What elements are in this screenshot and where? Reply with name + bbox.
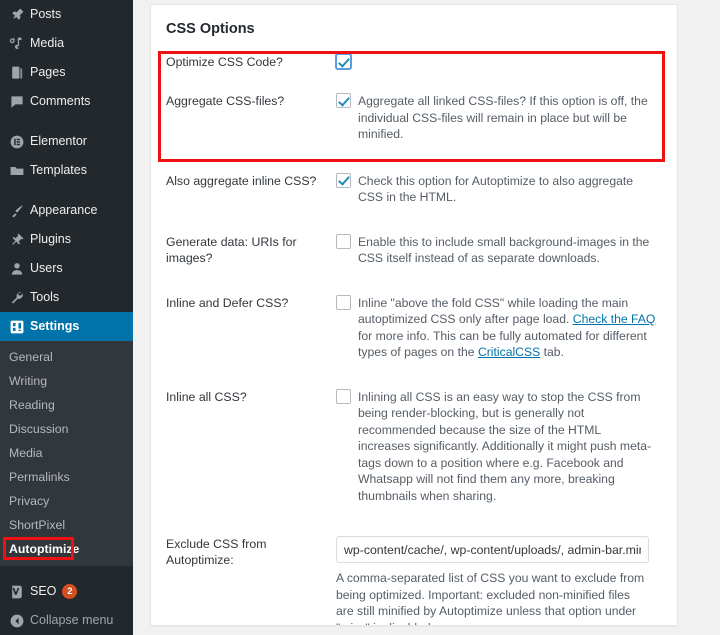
submenu-item-general[interactable]: General (0, 345, 133, 369)
sidebar-item-label: Tools (30, 290, 60, 305)
sidebar-item-label: Elementor (30, 134, 87, 149)
seo-badge: 2 (62, 584, 78, 599)
sidebar-item-tools[interactable]: Tools (0, 283, 133, 312)
user-icon (9, 259, 30, 279)
aggregate-css-files-checkbox[interactable] (336, 93, 351, 108)
settings-icon (9, 317, 30, 337)
sidebar-item-label: Pages (30, 65, 66, 80)
sidebar-item-settings[interactable]: Settings (0, 312, 133, 341)
sidebar-item-media[interactable]: Media (0, 29, 133, 58)
submenu-item-media[interactable]: Media (0, 441, 133, 465)
submenu-item-autoptimize[interactable]: Autoptimize (0, 537, 133, 561)
submenu-item-shortpixel[interactable]: ShortPixel (0, 513, 133, 537)
sidebar-item-label: Templates (30, 163, 87, 178)
submenu-item-discussion[interactable]: Discussion (0, 417, 133, 441)
sidebar-item-posts[interactable]: Posts (0, 0, 133, 29)
sidebar-item-seo[interactable]: SEO 2 (0, 577, 133, 606)
plug-icon (9, 230, 30, 250)
generate-data-uris-description: Enable this to include small background-… (358, 234, 650, 266)
inline-and-defer-css-checkbox[interactable] (336, 294, 351, 310)
admin-sidebar: Posts Media Pages Comments Elementor Tem… (0, 0, 133, 635)
table-row: Optimize CSS Code? (151, 54, 677, 70)
exclude-css-description: A comma-separated list of CSS you want t… (336, 571, 645, 625)
wrench-icon (9, 288, 30, 308)
sidebar-separator (0, 566, 133, 577)
inline-all-css-description: Inlining all CSS is an easy way to stop … (358, 389, 652, 503)
sidebar-item-users[interactable]: Users (0, 254, 133, 283)
sidebar-item-label: Media (30, 36, 65, 51)
sidebar-item-label: Settings (30, 319, 80, 334)
check-the-faq-link[interactable]: Check the FAQ (573, 312, 656, 326)
also-aggregate-inline-css-checkbox[interactable] (336, 172, 351, 188)
sidebar-item-comments[interactable]: Comments (0, 87, 133, 116)
criticalcss-link[interactable]: CriticalCSS (478, 345, 540, 359)
table-row: Inline and Defer CSS? Inline "above the … (151, 294, 677, 361)
wordpress-admin-screen: Posts Media Pages Comments Elementor Tem… (0, 0, 720, 635)
css-options-panel: CSS Options Optimize CSS Code? Aggregate… (150, 4, 678, 626)
aggregate-css-files-description: Aggregate all linked CSS-files? If this … (358, 94, 648, 141)
inline-all-css-checkbox[interactable] (336, 388, 351, 404)
page-title: CSS Options (166, 21, 255, 37)
brush-icon (9, 201, 30, 221)
also-aggregate-inline-css-description: Check this option for Autoptimize to als… (358, 173, 634, 205)
table-row: Exclude CSS from Autoptimize: A comma-se… (151, 536, 677, 625)
inline-defer-text-part3: tab. (540, 345, 564, 359)
generate-data-uris-label: Generate data: URIs for images? (166, 234, 297, 265)
inline-and-defer-css-description: Inline "above the fold CSS" while loadin… (358, 295, 656, 361)
sidebar-item-label: SEO (30, 584, 57, 599)
media-icon (9, 34, 30, 54)
collapse-arrow-icon (9, 611, 30, 631)
sidebar-item-label: Appearance (30, 203, 98, 218)
sidebar-item-plugins[interactable]: Plugins (0, 225, 133, 254)
optimize-css-code-label: Optimize CSS Code? (166, 55, 283, 69)
submenu-item-reading[interactable]: Reading (0, 393, 133, 417)
submenu-item-permalinks[interactable]: Permalinks (0, 465, 133, 489)
collapse-menu-label: Collapse menu (30, 613, 114, 628)
exclude-css-label: Exclude CSS from Autoptimize: (166, 537, 267, 567)
sidebar-item-label: Posts (30, 7, 62, 22)
settings-submenu: General Writing Reading Discussion Media… (0, 341, 133, 566)
elementor-icon (9, 132, 30, 152)
sidebar-separator (0, 116, 133, 127)
table-row: Aggregate CSS-files? Aggregate all linke… (151, 93, 677, 143)
sidebar-item-label: Plugins (30, 232, 71, 247)
folder-icon (9, 161, 30, 181)
table-row: Also aggregate inline CSS? Check this op… (151, 172, 677, 206)
table-row: Generate data: URIs for images? Enable t… (151, 233, 677, 267)
generate-data-uris-checkbox[interactable] (336, 233, 351, 249)
exclude-css-input[interactable] (336, 536, 649, 563)
submenu-item-privacy[interactable]: Privacy (0, 489, 133, 513)
sidebar-item-elementor[interactable]: Elementor (0, 127, 133, 156)
sidebar-item-pages[interactable]: Pages (0, 58, 133, 87)
page-icon (9, 63, 30, 83)
inline-all-css-label: Inline all CSS? (166, 389, 247, 404)
css-options-form: Optimize CSS Code? Aggregate CSS-files? … (151, 54, 677, 625)
submenu-item-writing[interactable]: Writing (0, 369, 133, 393)
inline-and-defer-css-label: Inline and Defer CSS? (166, 295, 289, 310)
table-row: Inline all CSS? Inlining all CSS is an e… (151, 388, 677, 505)
sidebar-item-appearance[interactable]: Appearance (0, 196, 133, 225)
sidebar-item-templates[interactable]: Templates (0, 156, 133, 185)
pin-icon (9, 5, 30, 25)
also-aggregate-inline-css-label: Also aggregate inline CSS? (166, 173, 317, 188)
optimize-css-code-checkbox[interactable] (336, 54, 351, 69)
yoast-icon (9, 582, 30, 602)
sidebar-separator (0, 185, 133, 196)
sidebar-item-label: Users (30, 261, 63, 276)
aggregate-css-files-label: Aggregate CSS-files? (166, 94, 285, 108)
sidebar-item-label: Comments (30, 94, 91, 109)
comment-icon (9, 92, 30, 112)
collapse-menu-button[interactable]: Collapse menu (0, 606, 133, 635)
